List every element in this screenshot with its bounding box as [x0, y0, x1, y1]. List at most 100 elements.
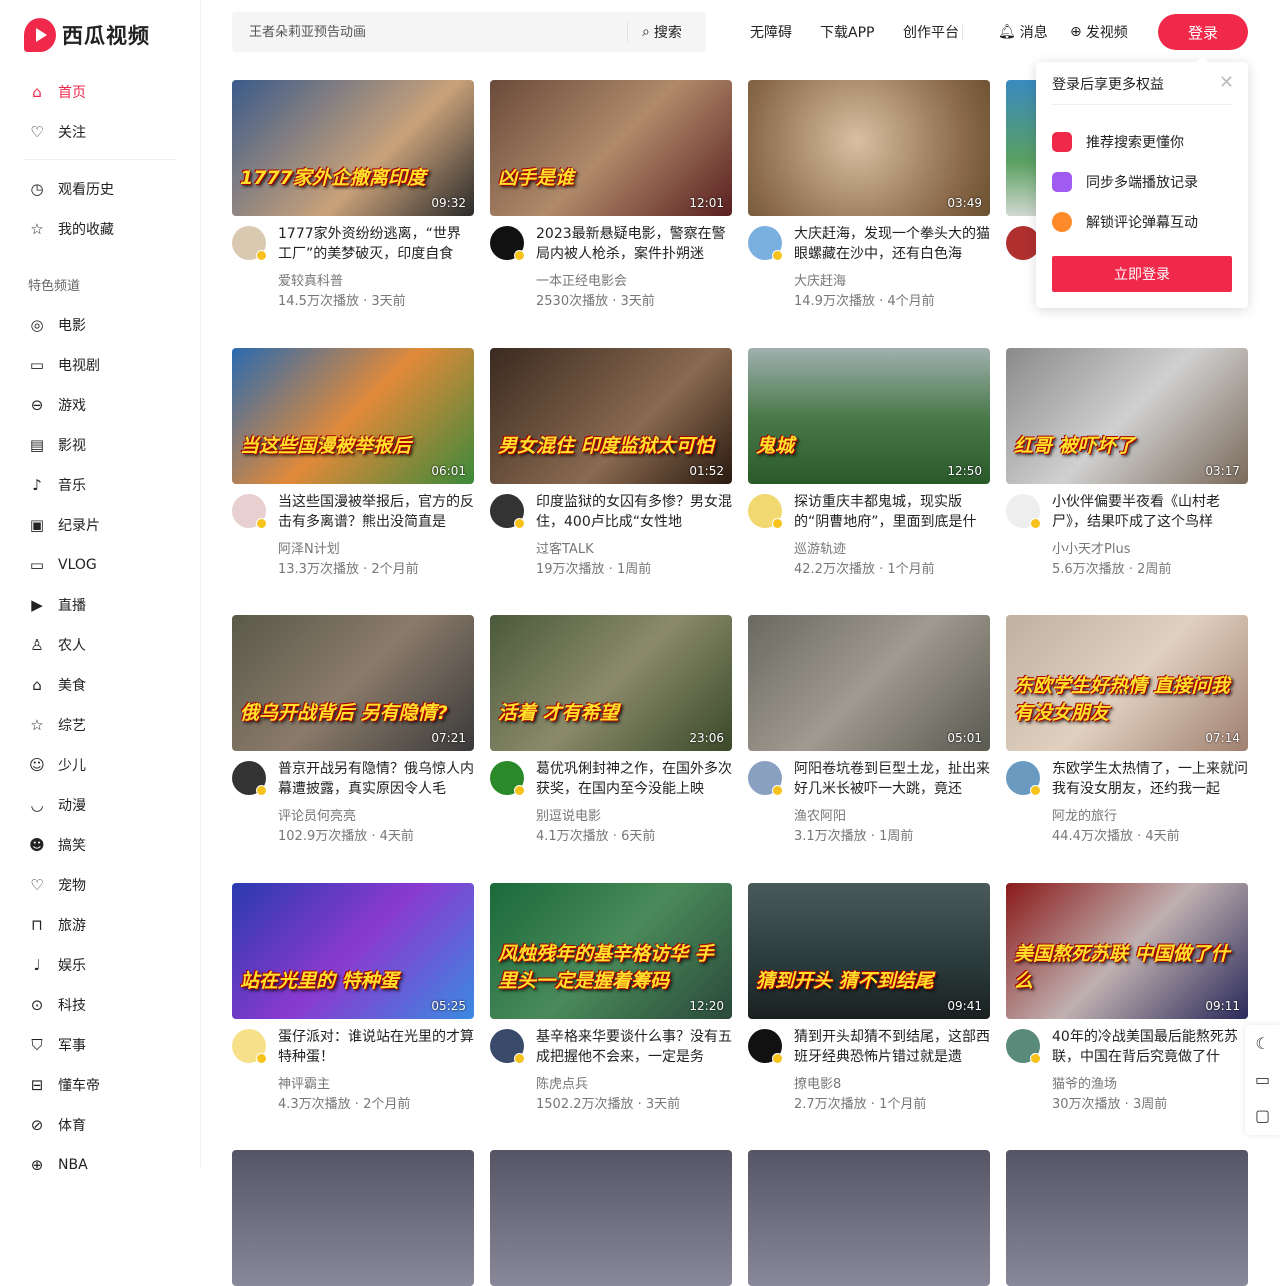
- sidebar-item[interactable]: ♪ 音乐: [28, 475, 86, 495]
- video-author[interactable]: 撩电影8: [794, 1073, 841, 1092]
- video-thumbnail[interactable]: 站在光里的 特种蛋 05:25: [232, 882, 474, 1019]
- video-title[interactable]: 普京开战另有隐情？俄乌惊人内幕遭披露，真实原因令人毛: [278, 759, 474, 799]
- video-author[interactable]: 爱较真科普: [278, 270, 343, 289]
- video-author[interactable]: 阿龙的旅行: [1052, 805, 1117, 824]
- video-card[interactable]: 俄乌开战背后 另有隐情? 07:21 普京开战另有隐情？俄乌惊人内幕遭披露，真实…: [232, 615, 474, 851]
- video-card[interactable]: 美国熬死苏联 中国做了什么 09:11 40年的冷战美国最后能熬死苏联，中国在背…: [1006, 882, 1248, 1119]
- video-author[interactable]: 渔农阿阳: [794, 805, 846, 824]
- video-thumbnail[interactable]: 当这些国漫被举报后 06:01: [232, 347, 474, 484]
- moon-icon[interactable]: ☾: [1245, 1025, 1280, 1061]
- sidebar-item[interactable]: ◷ 观看历史: [28, 179, 114, 199]
- video-title[interactable]: 40年的冷战美国最后能熬死苏联，中国在背后究竟做了什: [1052, 1027, 1248, 1067]
- creator-platform-link[interactable]: 创作平台: [903, 22, 959, 42]
- close-icon[interactable]: ✕: [1219, 72, 1234, 93]
- video-card[interactable]: 1777家外企撤离印度 09:32 1777家外资纷纷逃离，“世界工厂”的美梦破…: [232, 80, 474, 316]
- video-thumbnail[interactable]: 05:01: [748, 615, 990, 751]
- sidebar-item[interactable]: ⊘ 体育: [28, 1115, 86, 1135]
- video-thumbnail[interactable]: 美国熬死苏联 中国做了什么 09:11: [1006, 882, 1248, 1019]
- avatar[interactable]: [1006, 226, 1040, 260]
- video-thumbnail[interactable]: 猜到开头 猜不到结尾 09:41: [748, 882, 990, 1019]
- video-author[interactable]: 阿泽N计划: [278, 538, 340, 557]
- video-author[interactable]: 过客TALK: [536, 538, 594, 557]
- login-now-button[interactable]: 立即登录: [1052, 256, 1232, 292]
- sidebar-item[interactable]: ▶ 直播: [28, 595, 86, 615]
- sidebar-item[interactable]: ♙ 农人: [28, 635, 86, 655]
- video-author[interactable]: 神评霸主: [278, 1073, 330, 1092]
- search-button[interactable]: ⌕ 搜索: [642, 12, 682, 52]
- video-thumbnail[interactable]: 1777家外企撤离印度 09:32: [232, 80, 474, 216]
- video-author[interactable]: 别逗说电影: [536, 805, 601, 824]
- video-card[interactable]: 男女混住 印度监狱太可怕 01:52 印度监狱的女囚有多惨？男女混住，400卢比…: [490, 347, 732, 584]
- video-thumbnail[interactable]: 活着 才有希望 23:06: [490, 615, 732, 751]
- login-button[interactable]: 登录: [1158, 14, 1248, 50]
- sidebar-item[interactable]: ☺ 少儿: [28, 755, 86, 775]
- video-title[interactable]: 东欧学生太热情了，一上来就问我有没女朋友，还约我一起: [1052, 759, 1248, 799]
- sidebar-item[interactable]: ⊖ 游戏: [28, 395, 86, 415]
- sidebar-item[interactable]: ♡ 宠物: [28, 875, 86, 895]
- video-author[interactable]: 巡游轨迹: [794, 538, 846, 557]
- video-title[interactable]: 2023最新悬疑电影，警察在警局内被人枪杀，案件扑朔迷: [536, 224, 732, 264]
- sidebar-item[interactable]: ☆ 综艺: [28, 715, 86, 735]
- video-author[interactable]: 评论员何亮亮: [278, 805, 356, 824]
- video-title[interactable]: 大庆赶海，发现一个拳头大的猫眼螺藏在沙中，还有白色海: [794, 224, 990, 264]
- video-title[interactable]: 阿阳卷坑卷到巨型土龙，扯出来好几米长被吓一大跳，竟还: [794, 759, 990, 799]
- video-thumbnail[interactable]: [232, 1150, 474, 1286]
- sidebar-item[interactable]: ☆ 我的收藏: [28, 219, 114, 239]
- screen-icon[interactable]: ▭: [1245, 1061, 1280, 1097]
- sidebar-item[interactable]: ⌂ 首页: [28, 82, 86, 102]
- sidebar-item[interactable]: ◎ 电影: [28, 315, 86, 335]
- video-title[interactable]: 探访重庆丰都鬼城，现实版的“阴曹地府”，里面到底是什么: [794, 492, 990, 532]
- upload-video-button[interactable]: ⊕ 发视频: [1070, 22, 1128, 42]
- sidebar-item[interactable]: ⛉ 军事: [28, 1035, 86, 1055]
- video-card[interactable]: 站在光里的 特种蛋 05:25 蛋仔派对：谁说站在光里的才算特种蛋！ 神评霸主 …: [232, 882, 474, 1119]
- video-title[interactable]: 印度监狱的女囚有多惨？男女混住，400卢比成“女性地: [536, 492, 732, 532]
- video-card[interactable]: 红哥 被吓坏了 03:17 小伙伴偏要半夜看《山村老尸》，结果吓成了这个鸟样 小…: [1006, 347, 1248, 584]
- video-thumbnail[interactable]: 俄乌开战背后 另有隐情? 07:21: [232, 615, 474, 751]
- sidebar-item[interactable]: ▤ 影视: [28, 435, 86, 455]
- video-author[interactable]: 一本正经电影会: [536, 270, 627, 289]
- sidebar-item[interactable]: ◡ 动漫: [28, 795, 86, 815]
- video-thumbnail[interactable]: [1006, 1150, 1248, 1286]
- video-title[interactable]: 蛋仔派对：谁说站在光里的才算特种蛋！: [278, 1027, 474, 1067]
- sidebar-item[interactable]: ▣ 纪录片: [28, 515, 100, 535]
- video-card[interactable]: 活着 才有希望 23:06 葛优巩俐封神之作，在国外多次获奖，在国内至今没能上映…: [490, 615, 732, 851]
- video-title[interactable]: 葛优巩俐封神之作，在国外多次获奖，在国内至今没能上映: [536, 759, 732, 799]
- video-card[interactable]: 猜到开头 猜不到结尾 09:41 猜到开头却猜不到结尾，这部西班牙经典恐怖片错过…: [748, 882, 990, 1119]
- sidebar-item[interactable]: ☻ 搞笑: [28, 835, 86, 855]
- video-thumbnail[interactable]: [748, 1150, 990, 1286]
- video-author[interactable]: 陈虎点兵: [536, 1073, 588, 1092]
- video-author[interactable]: 小小天才Plus: [1052, 538, 1130, 557]
- video-title[interactable]: 基辛格来华要谈什么事？没有五成把握他不会来，一定是务: [536, 1027, 732, 1067]
- accessibility-link[interactable]: 无障碍: [750, 22, 792, 42]
- sidebar-item[interactable]: ♩ 娱乐: [28, 955, 86, 975]
- sidebar-item[interactable]: ▭ 电视剧: [28, 355, 100, 375]
- video-thumbnail[interactable]: 红哥 被吓坏了 03:17: [1006, 347, 1248, 484]
- video-thumbnail[interactable]: 03:49: [748, 80, 990, 216]
- video-thumbnail[interactable]: 男女混住 印度监狱太可怕 01:52: [490, 347, 732, 484]
- video-card[interactable]: 东欧学生好热情 直接问我有没女朋友 07:14 东欧学生太热情了，一上来就问我有…: [1006, 615, 1248, 851]
- video-card[interactable]: 03:49 大庆赶海，发现一个拳头大的猫眼螺藏在沙中，还有白色海 大庆赶海 14…: [748, 80, 990, 316]
- feedback-icon[interactable]: ▢: [1245, 1097, 1280, 1133]
- video-title[interactable]: 1777家外资纷纷逃离，“世界工厂”的美梦破灭，印度自食: [278, 224, 474, 264]
- search-input[interactable]: [232, 12, 622, 52]
- logo[interactable]: 西瓜视频: [24, 18, 150, 52]
- video-card[interactable]: 05:01 阿阳卷坑卷到巨型土龙，扯出来好几米长被吓一大跳，竟还 渔农阿阳 3.…: [748, 615, 990, 851]
- video-author[interactable]: 大庆赶海: [794, 270, 846, 289]
- video-card[interactable]: 凶手是谁 12:01 2023最新悬疑电影，警察在警局内被人枪杀，案件扑朔迷 一…: [490, 80, 732, 316]
- video-card[interactable]: 风烛残年的基辛格访华 手里头一定是握着筹码 12:20 基辛格来华要谈什么事？没…: [490, 882, 732, 1119]
- video-title[interactable]: 小伙伴偏要半夜看《山村老尸》，结果吓成了这个鸟样: [1052, 492, 1248, 532]
- download-app-link[interactable]: 下载APP: [820, 22, 874, 42]
- sidebar-item[interactable]: ⊓ 旅游: [28, 915, 86, 935]
- messages-button[interactable]: 🔔︎ 消息: [998, 22, 1048, 42]
- sidebar-item[interactable]: ⊙ 科技: [28, 995, 86, 1015]
- sidebar-item[interactable]: ▭ VLOG: [28, 555, 97, 575]
- sidebar-item[interactable]: ⌂ 美食: [28, 675, 86, 695]
- video-thumbnail[interactable]: 鬼城 12:50: [748, 347, 990, 484]
- video-title[interactable]: 猜到开头却猜不到结尾，这部西班牙经典恐怖片错过就是遗: [794, 1027, 990, 1067]
- video-author[interactable]: 猫爷的渔场: [1052, 1073, 1117, 1092]
- sidebar-item[interactable]: ⊟ 懂车帝: [28, 1075, 100, 1095]
- video-card[interactable]: 鬼城 12:50 探访重庆丰都鬼城，现实版的“阴曹地府”，里面到底是什么 巡游轨…: [748, 347, 990, 584]
- video-thumbnail[interactable]: 东欧学生好热情 直接问我有没女朋友 07:14: [1006, 615, 1248, 751]
- sidebar-item[interactable]: ♡ 关注: [28, 122, 86, 142]
- video-thumbnail[interactable]: 凶手是谁 12:01: [490, 80, 732, 216]
